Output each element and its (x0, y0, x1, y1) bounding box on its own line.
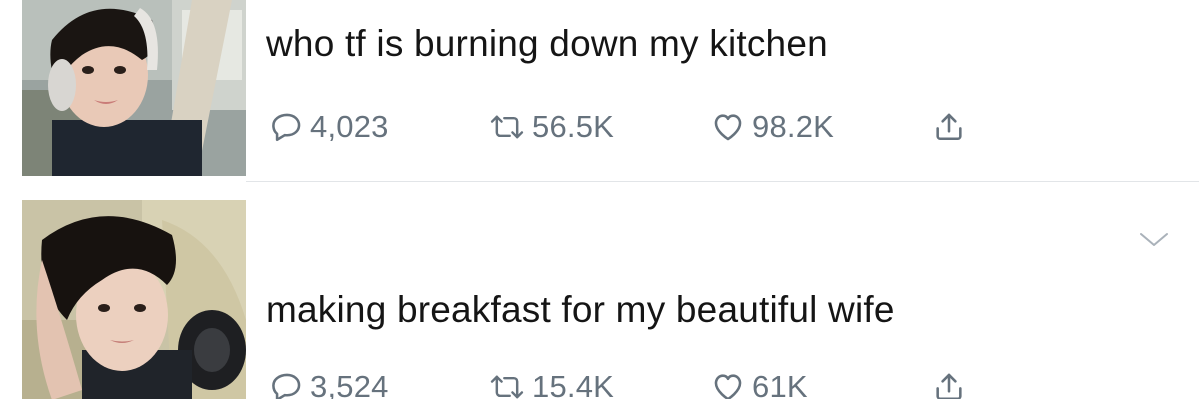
speech-bubble-icon (270, 370, 304, 399)
like-button[interactable]: 98.2K (710, 109, 932, 145)
share-button[interactable] (932, 370, 966, 399)
like-count: 98.2K (752, 109, 835, 144)
retweet-count: 15.4K (532, 369, 615, 399)
tweet-feed: who tf is burning down my kitchen 4,023 (0, 0, 1199, 399)
retweet-count: 56.5K (532, 109, 615, 144)
reply-button[interactable]: 3,524 (270, 369, 488, 399)
tweet-actions: 4,023 56.5K 98.2K (270, 105, 966, 149)
retweet-arrows-icon (488, 110, 526, 144)
chevron-down-icon (1140, 233, 1168, 246)
avatar-photo (22, 0, 246, 176)
retweet-arrows-icon (488, 370, 526, 399)
speech-bubble-icon (270, 110, 304, 144)
tweet-text: making breakfast for my beautiful wife (266, 289, 895, 330)
share-upload-icon (932, 370, 966, 399)
reply-count: 4,023 (310, 109, 389, 144)
tweet-text: who tf is burning down my kitchen (266, 23, 828, 64)
tweet-actions: 3,524 15.4K 61K (270, 365, 966, 399)
share-upload-icon (932, 110, 966, 144)
tweet[interactable]: making breakfast for my beautiful wife 3… (0, 182, 1199, 399)
like-button[interactable]: 61K (710, 369, 932, 399)
retweet-button[interactable]: 15.4K (488, 369, 710, 399)
heart-icon (710, 110, 746, 144)
like-count: 61K (752, 369, 808, 399)
more-options-button[interactable] (1137, 228, 1171, 250)
reply-count: 3,524 (310, 369, 389, 399)
avatar[interactable] (22, 200, 246, 399)
avatar[interactable] (22, 0, 246, 176)
tweet[interactable]: who tf is burning down my kitchen 4,023 (0, 0, 1199, 182)
heart-icon (710, 370, 746, 399)
avatar-photo (22, 200, 246, 399)
retweet-button[interactable]: 56.5K (488, 109, 710, 145)
share-button[interactable] (932, 110, 966, 144)
reply-button[interactable]: 4,023 (270, 109, 488, 145)
